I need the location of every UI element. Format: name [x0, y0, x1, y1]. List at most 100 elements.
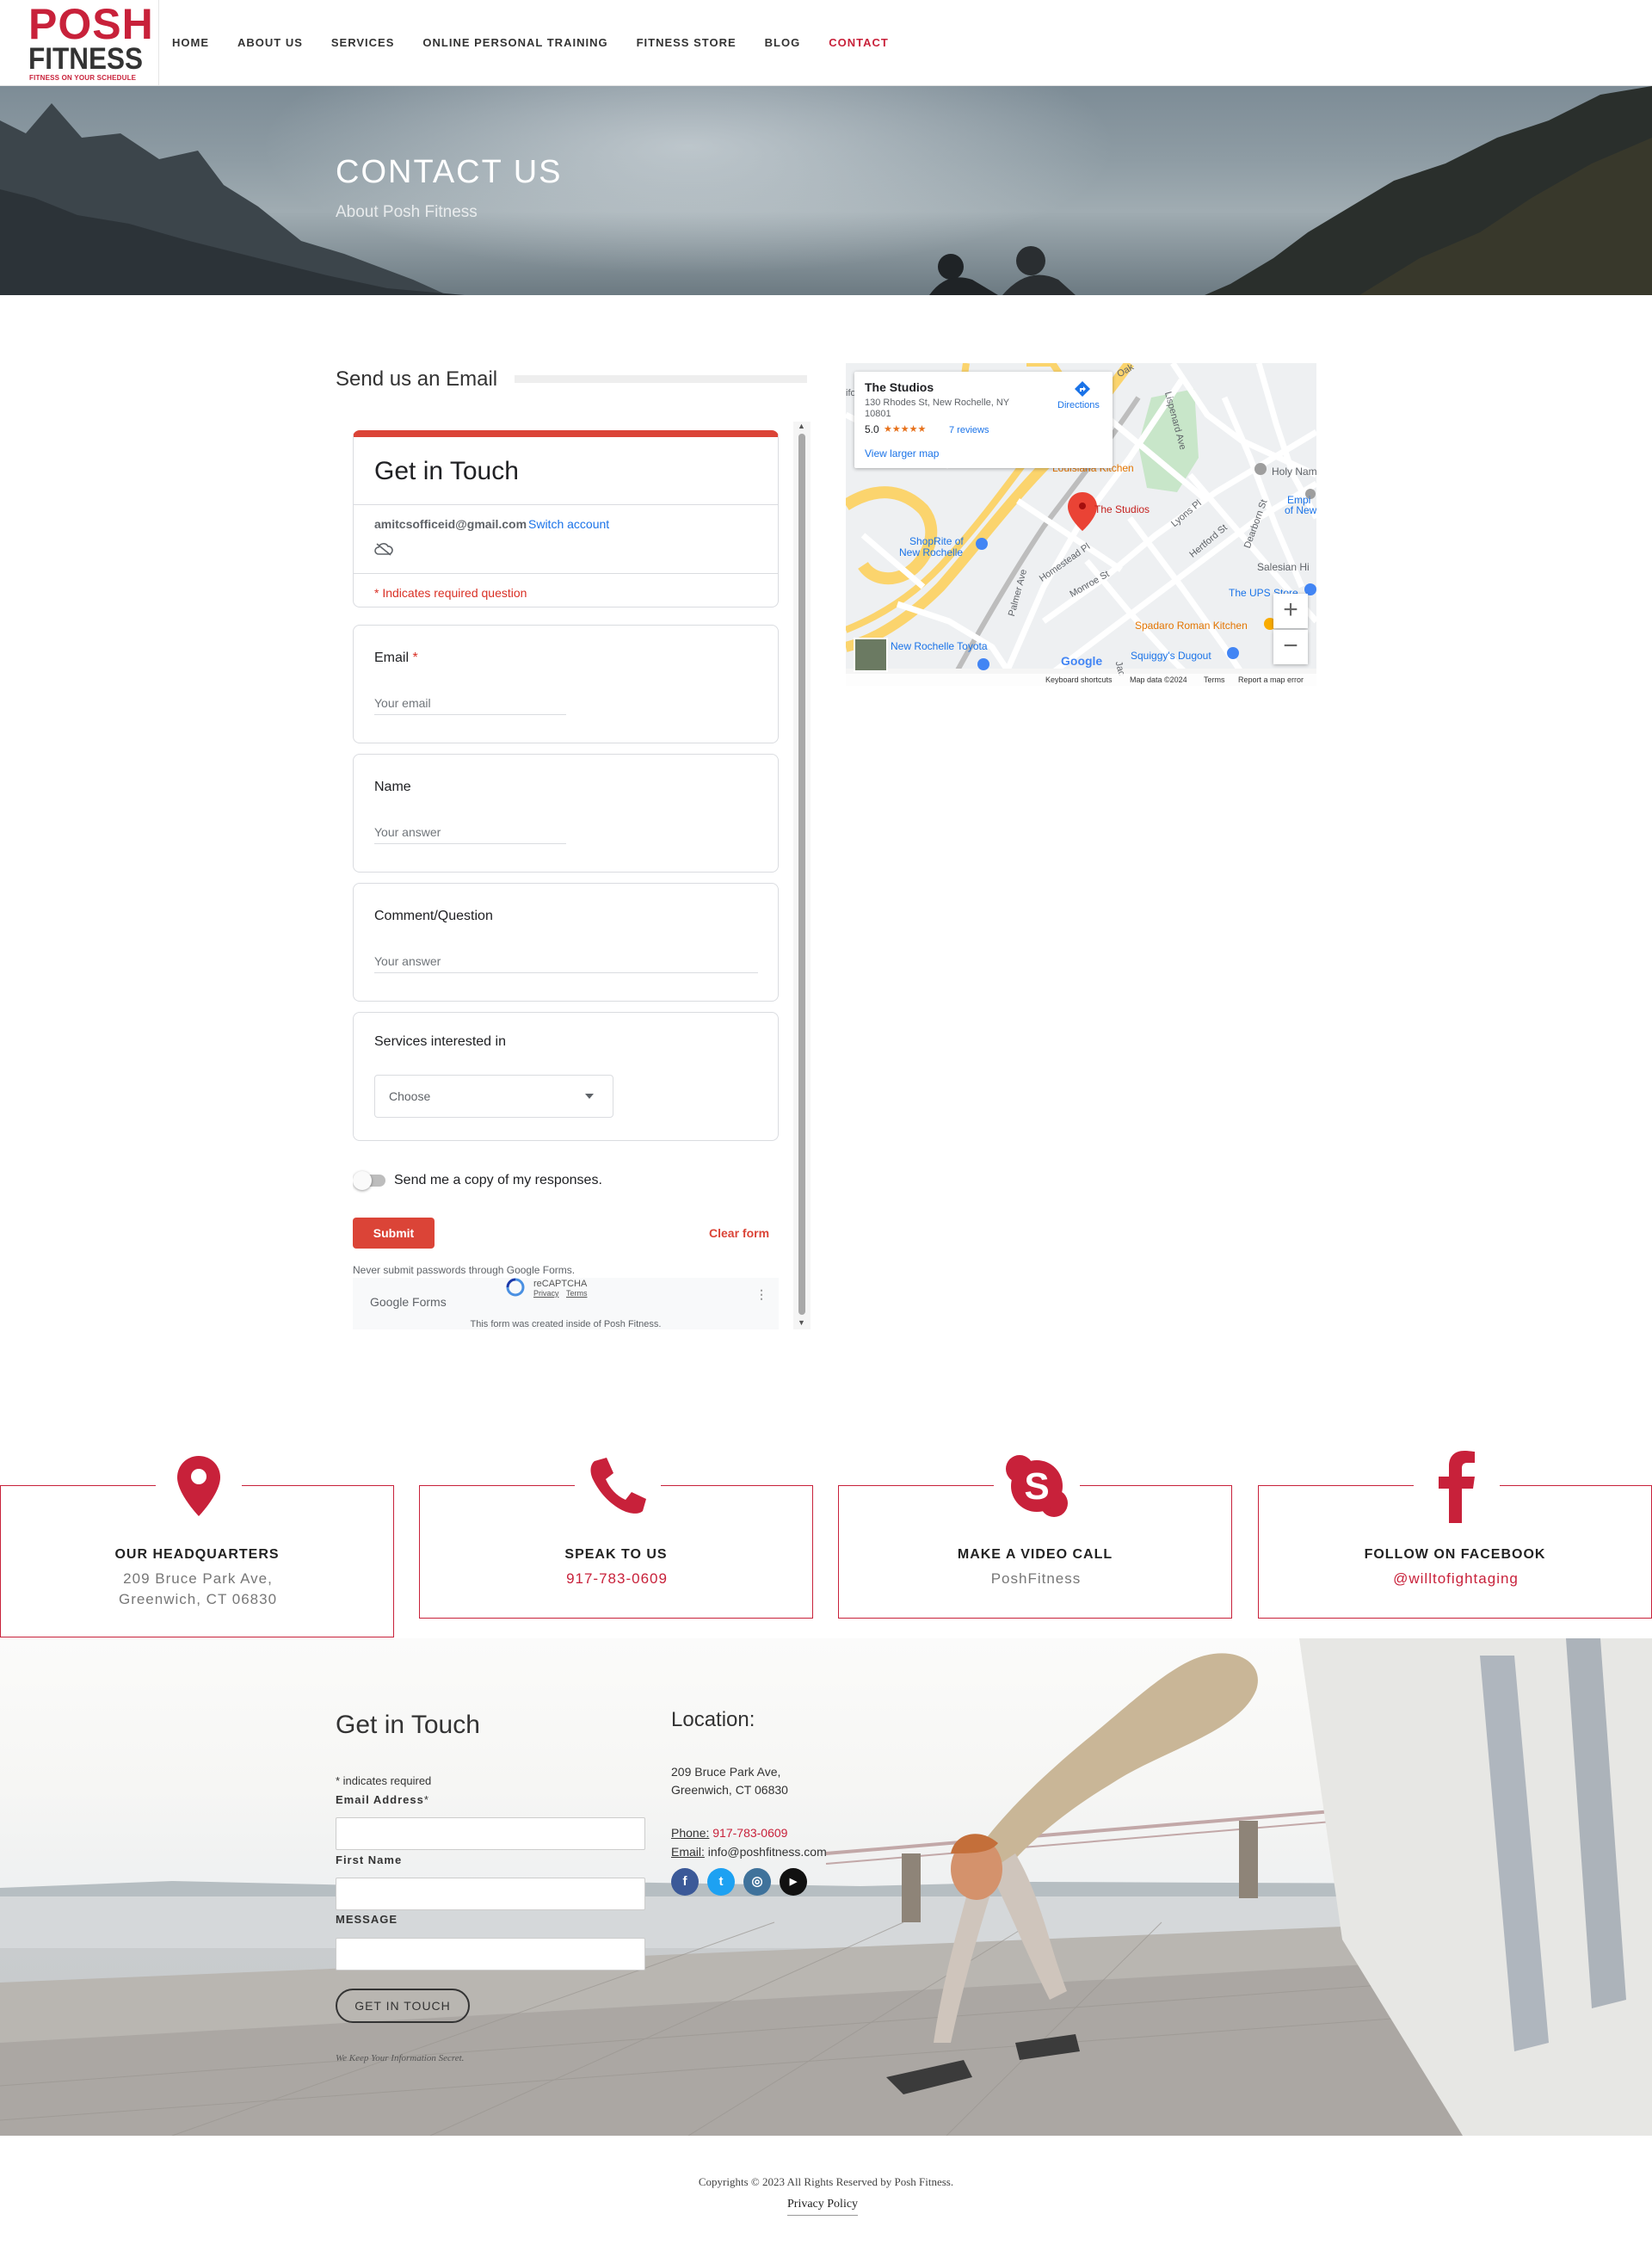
more-options-icon[interactable]: ⋮	[755, 1288, 767, 1300]
name-input[interactable]: Your answer	[374, 823, 566, 844]
question-email-card: Email * Your email	[353, 625, 779, 743]
comment-question-label: Comment/Question	[374, 909, 493, 923]
keyboard-shortcuts-link[interactable]: Keyboard shortcuts	[1045, 675, 1113, 685]
recaptcha-terms-link[interactable]: Terms	[566, 1289, 588, 1298]
skype-icon: S	[1006, 1455, 1068, 1517]
nav-home[interactable]: HOME	[172, 34, 209, 52]
form-scrollbar[interactable]: ▲ ▼	[793, 422, 811, 1329]
nav-services[interactable]: SERVICES	[331, 34, 395, 52]
contact-box-title: FOLLOW ON FACEBOOK	[1364, 1547, 1546, 1562]
hero-mountains-image	[0, 86, 1652, 295]
chevron-down-icon	[585, 1094, 594, 1099]
created-inside-note: This form was created inside of Posh Fit…	[470, 1319, 662, 1329]
location-phone-link[interactable]: 917-783-0609	[712, 1826, 787, 1840]
footer-twitter-icon[interactable]: t	[707, 1868, 735, 1896]
privacy-policy-link[interactable]: Privacy Policy	[787, 2196, 859, 2216]
main-nav: HOME ABOUT US SERVICES ONLINE PERSONAL T…	[172, 34, 917, 52]
facebook-icon	[1439, 1451, 1475, 1523]
privacy-secret-note: We Keep Your Information Secret.	[336, 2053, 465, 2063]
nav-fitness-store[interactable]: FITNESS STORE	[637, 34, 737, 52]
map-place-card: The Studios 130 Rhodes St, New Rochelle,…	[854, 372, 1113, 468]
recaptcha-icon	[506, 1278, 525, 1297]
directions-link[interactable]: Directions	[1057, 400, 1100, 411]
place-address-2: 10801	[865, 409, 891, 419]
contact-box-title: MAKE A VIDEO CALL	[957, 1547, 1113, 1562]
footer-required-note: * indicates required	[336, 1774, 432, 1787]
directions-icon[interactable]	[1074, 380, 1091, 398]
form-header-card: Get in Touch amitcsofficeid@gmail.com Sw…	[353, 430, 779, 607]
map-pin-icon	[177, 1456, 220, 1516]
copyright-text: Copyrights © 2023 All Rights Reserved by…	[698, 2175, 954, 2188]
footer-first-name-input[interactable]	[336, 1878, 645, 1910]
map-label-shoprite: ShopRite of	[909, 535, 964, 547]
logo-line2: FITNESS	[28, 42, 144, 76]
account-email: amitcsofficeid@gmail.com	[374, 517, 527, 531]
divider	[354, 573, 778, 574]
map-label-spadaro: Spadaro Roman Kitchen	[1135, 620, 1248, 632]
question-comment-card: Comment/Question Your answer	[353, 883, 779, 1002]
phone-number-link[interactable]: 917-783-0609	[454, 1569, 780, 1589]
place-rating: 5.0	[865, 423, 879, 435]
location-email: Email: info@poshfitness.com	[671, 1844, 827, 1859]
nav-blog[interactable]: BLOG	[765, 34, 801, 52]
handstand-athlete-background-image	[0, 1638, 1652, 2136]
scroll-up-icon[interactable]: ▲	[798, 422, 805, 430]
scrollbar-thumb[interactable]	[798, 434, 805, 1315]
phone-icon	[590, 1458, 646, 1514]
footer-youtube-icon[interactable]: ▶	[780, 1868, 807, 1896]
comment-input[interactable]: Your answer	[374, 953, 758, 973]
map-zoom-out-button[interactable]: −	[1273, 630, 1308, 664]
copy-responses-toggle[interactable]	[353, 1170, 385, 1190]
heading-divider	[515, 375, 807, 383]
view-larger-map-link[interactable]: View larger map	[865, 447, 939, 459]
report-map-error-link[interactable]: Report a map error	[1238, 675, 1304, 685]
services-question-label: Services interested in	[374, 1034, 506, 1049]
google-forms-logo[interactable]: Google Forms	[370, 1294, 447, 1310]
map-data-credit: Map data ©2024	[1130, 675, 1187, 684]
logo-line1: POSH	[28, 0, 154, 48]
contact-box-facebook: FOLLOW ON FACEBOOK @willtofightaging	[1258, 1443, 1652, 1619]
site-logo[interactable]: POSH FITNESS FITNESS ON YOUR SCHEDULE	[0, 0, 159, 86]
place-name: The Studios	[865, 380, 934, 394]
map-label-toyota: New Rochelle Toyota	[891, 640, 988, 652]
map-terms-link[interactable]: Terms	[1204, 675, 1225, 685]
dropdown-value: Choose	[389, 1089, 431, 1103]
map-zoom-in-button[interactable]: +	[1273, 594, 1308, 628]
google-form-embed[interactable]: Get in Touch amitcsofficeid@gmail.com Sw…	[353, 422, 811, 1329]
scroll-down-icon[interactable]: ▼	[798, 1318, 805, 1327]
google-map-embed[interactable]: The Studios ShopRite of New Rochelle New…	[846, 363, 1316, 686]
footer-message-input[interactable]	[336, 1938, 645, 1970]
email-address-label-text: Email Address	[336, 1793, 424, 1806]
get-in-touch-button[interactable]: GET IN TOUCH	[336, 1989, 470, 2023]
map-label-shoprite2: New Rochelle	[899, 546, 964, 558]
phone-label: Phone:	[671, 1826, 710, 1840]
nav-online-personal-training[interactable]: ONLINE PERSONAL TRAINING	[422, 34, 607, 52]
skype-handle: PoshFitness	[990, 1570, 1082, 1587]
place-stars: ★★★★★	[884, 424, 927, 435]
services-dropdown[interactable]: Choose	[374, 1075, 613, 1118]
nav-contact[interactable]: CONTACT	[829, 34, 889, 52]
footer-instagram-icon[interactable]: ◎	[743, 1868, 771, 1896]
footer-email-input[interactable]	[336, 1817, 645, 1850]
location-address-line2: Greenwich, CT 06830	[671, 1783, 788, 1797]
nav-about-us[interactable]: ABOUT US	[237, 34, 303, 52]
footer-facebook-icon[interactable]: f	[671, 1868, 699, 1896]
cloud-offline-icon	[374, 543, 393, 556]
facebook-handle-link[interactable]: @willtofightaging	[1293, 1569, 1618, 1589]
recaptcha-privacy-link[interactable]: Privacy	[533, 1289, 559, 1298]
question-name-card: Name Your answer	[353, 754, 779, 873]
icon-holder: S	[994, 1443, 1080, 1529]
message-label: MESSAGE	[336, 1913, 398, 1926]
contact-box-phone: SPEAK TO US 917-783-0609	[419, 1443, 813, 1619]
place-reviews-link[interactable]: 7 reviews	[949, 424, 989, 436]
submit-button[interactable]: Submit	[353, 1218, 435, 1249]
clear-form-button[interactable]: Clear form	[709, 1225, 769, 1241]
first-name-label: First Name	[336, 1853, 403, 1866]
location-email-link[interactable]: info@poshfitness.com	[708, 1845, 827, 1859]
switch-account-link[interactable]: Switch account	[528, 516, 609, 532]
email-input[interactable]: Your email	[374, 694, 566, 715]
footer-form-title: Get in Touch	[336, 1711, 480, 1739]
email-address-label: Email Address*	[336, 1793, 429, 1806]
form-footer: reCAPTCHA Privacy Terms Google Forms ⋮ T…	[353, 1278, 779, 1329]
question-label: Email *	[374, 650, 418, 667]
